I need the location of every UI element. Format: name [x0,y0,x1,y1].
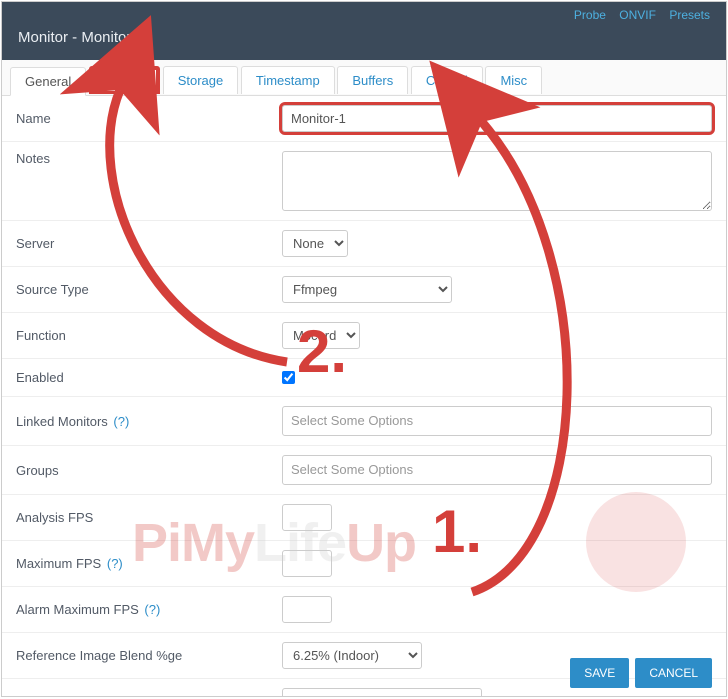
tab-source[interactable]: Source [89,66,160,94]
maximum-fps-label: Maximum FPS (?) [16,556,282,571]
notes-label: Notes [16,151,282,166]
linked-monitors-multiselect[interactable]: Select Some Options [282,406,712,436]
maximum-fps-input[interactable] [282,550,332,577]
tab-timestamp[interactable]: Timestamp [241,66,335,94]
linked-monitors-help[interactable]: (?) [113,414,129,429]
ref-blend-select[interactable]: 6.25% (Indoor) [282,642,422,669]
ref-blend-label: Reference Image Blend %ge [16,648,282,663]
dialog-title: Monitor - Monitor-1 [18,29,145,60]
linked-monitors-label: Linked Monitors (?) [16,414,282,429]
footer-buttons: SAVE CANCEL [570,658,712,688]
name-input[interactable] [282,105,712,132]
onvif-link[interactable]: ONVIF [619,8,656,22]
groups-multiselect[interactable]: Select Some Options [282,455,712,485]
probe-link[interactable]: Probe [574,8,606,22]
source-type-select[interactable]: Ffmpeg [282,276,452,303]
analysis-fps-input[interactable] [282,504,332,531]
server-select[interactable]: None [282,230,348,257]
tab-storage[interactable]: Storage [163,66,239,94]
save-button[interactable]: SAVE [570,658,629,688]
presets-link[interactable]: Presets [669,8,710,22]
tab-buffers[interactable]: Buffers [337,66,408,94]
alarm-ref-blend-label: Alarm Reference Image Blend %ge [16,694,282,697]
name-label: Name [16,111,282,126]
top-links: Probe ONVIF Presets [564,8,710,22]
groups-label: Groups [16,463,282,478]
enabled-checkbox[interactable] [282,371,295,384]
function-select[interactable]: Mocord [282,322,360,349]
alarm-maximum-fps-help[interactable]: (?) [144,602,160,617]
server-label: Server [16,236,282,251]
alarm-maximum-fps-input[interactable] [282,596,332,623]
tab-misc[interactable]: Misc [485,66,542,94]
cancel-button[interactable]: CANCEL [635,658,712,688]
function-label: Function [16,328,282,343]
alarm-maximum-fps-label: Alarm Maximum FPS (?) [16,602,282,617]
alarm-ref-blend-select[interactable]: 6.25% [282,688,482,697]
source-type-label: Source Type [16,282,282,297]
enabled-label: Enabled [16,370,282,385]
tab-general[interactable]: General [10,67,86,96]
form-container: Name Notes Server None Source Type Ffmpe… [2,96,726,697]
maximum-fps-help[interactable]: (?) [107,556,123,571]
tab-control[interactable]: Control [411,66,483,94]
dialog-header: Probe ONVIF Presets Monitor - Monitor-1 [2,2,726,60]
tab-bar: General Source Storage Timestamp Buffers… [2,60,726,96]
analysis-fps-label: Analysis FPS [16,510,282,525]
notes-textarea[interactable] [282,151,712,211]
